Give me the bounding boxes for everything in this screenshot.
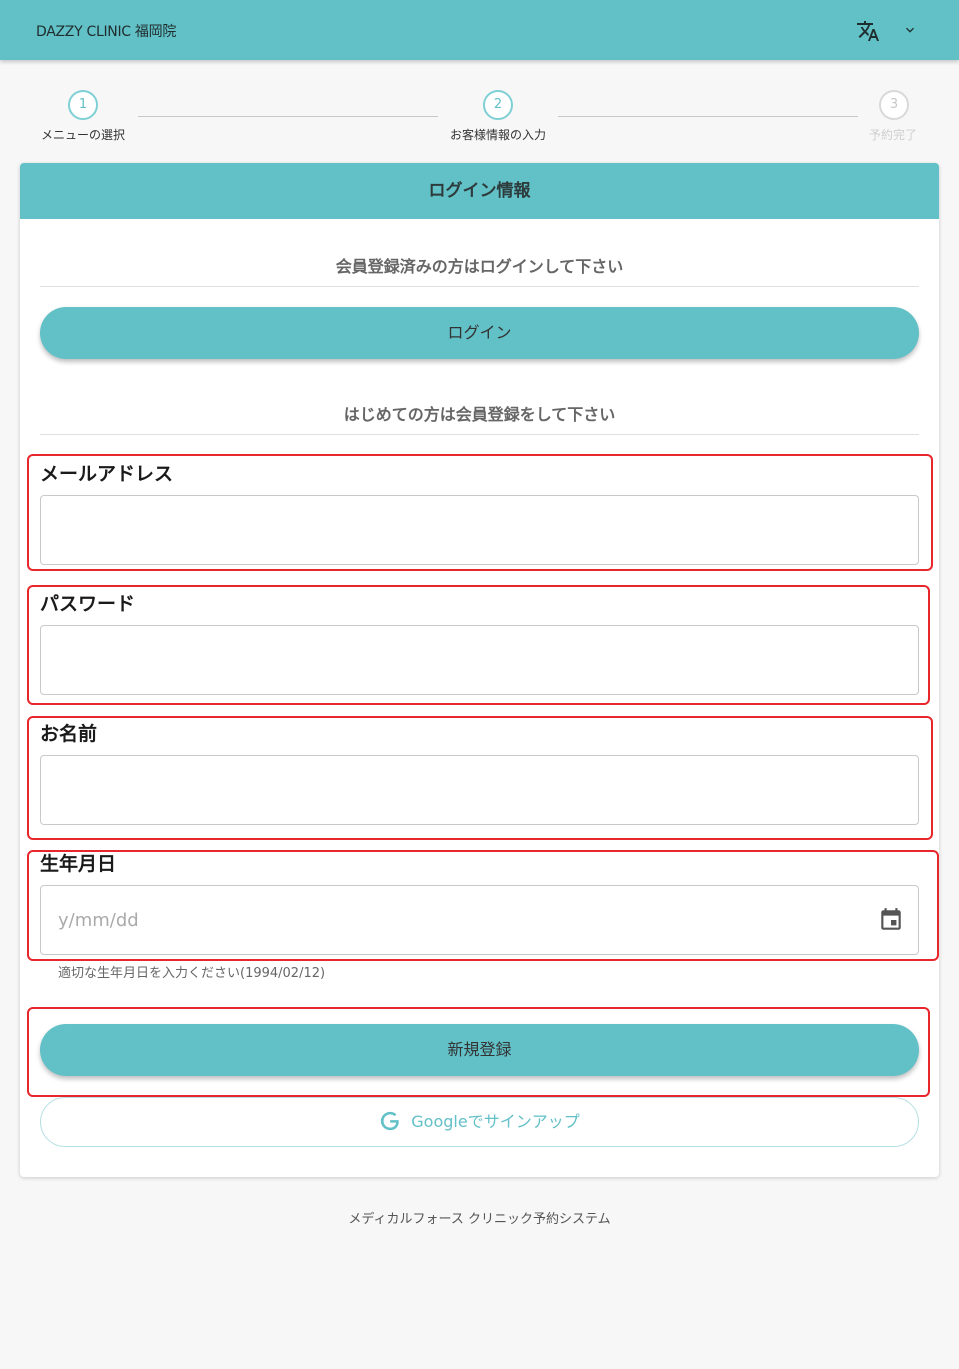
translate-icon [857,21,879,41]
register-section-title: はじめての方は会員登録をして下さい [343,405,616,424]
login-button[interactable]: ログイン [40,307,919,359]
google-icon [381,1111,399,1130]
clinic-title: DAZZY CLINIC 福岡院 [36,24,177,40]
step-2-label: お客様情報の入力 [449,128,547,142]
language-switcher[interactable] [852,16,922,44]
birthday-field[interactable] [40,885,919,955]
password-label: パスワード [40,593,136,615]
step-3-label: 予約完了 [868,128,918,142]
step-1-label: メニューの選択 [40,128,126,142]
step-1-number: 1 [68,90,98,120]
divider [40,286,919,287]
chevron-down-icon [906,27,914,33]
calendar-icon[interactable] [878,907,904,933]
google-signup-label: Googleでサインアップ [411,1112,580,1131]
name-field[interactable] [40,755,919,825]
card-title: ログイン情報 [20,163,939,219]
login-section-title: 会員登録済みの方はログインして下さい [335,257,624,276]
step-connector [138,116,438,117]
step-2-number: 2 [483,90,513,120]
divider [40,434,919,435]
register-button[interactable]: 新規登録 [40,1024,919,1076]
password-field[interactable] [40,625,919,695]
step-3-number: 3 [879,90,909,120]
footer-text: メディカルフォース クリニック予約システム [348,1212,611,1227]
email-field[interactable] [40,495,919,565]
step-connector [558,116,858,117]
progress-stepper: 1 メニューの選択 2 お客様情報の入力 3 予約完了 [0,88,959,148]
app-bar: DAZZY CLINIC 福岡院 [0,0,959,60]
birthday-helper-text: 適切な生年月日を入力ください(1994/02/12) [58,966,326,981]
login-card: ログイン情報 会員登録済みの方はログインして下さい ログイン はじめての方は会員… [20,163,939,1177]
google-signup-button[interactable]: Googleでサインアップ [40,1097,919,1147]
birthday-label: 生年月日 [40,853,117,875]
email-label: メールアドレス [40,463,174,485]
name-label: お名前 [40,723,98,745]
